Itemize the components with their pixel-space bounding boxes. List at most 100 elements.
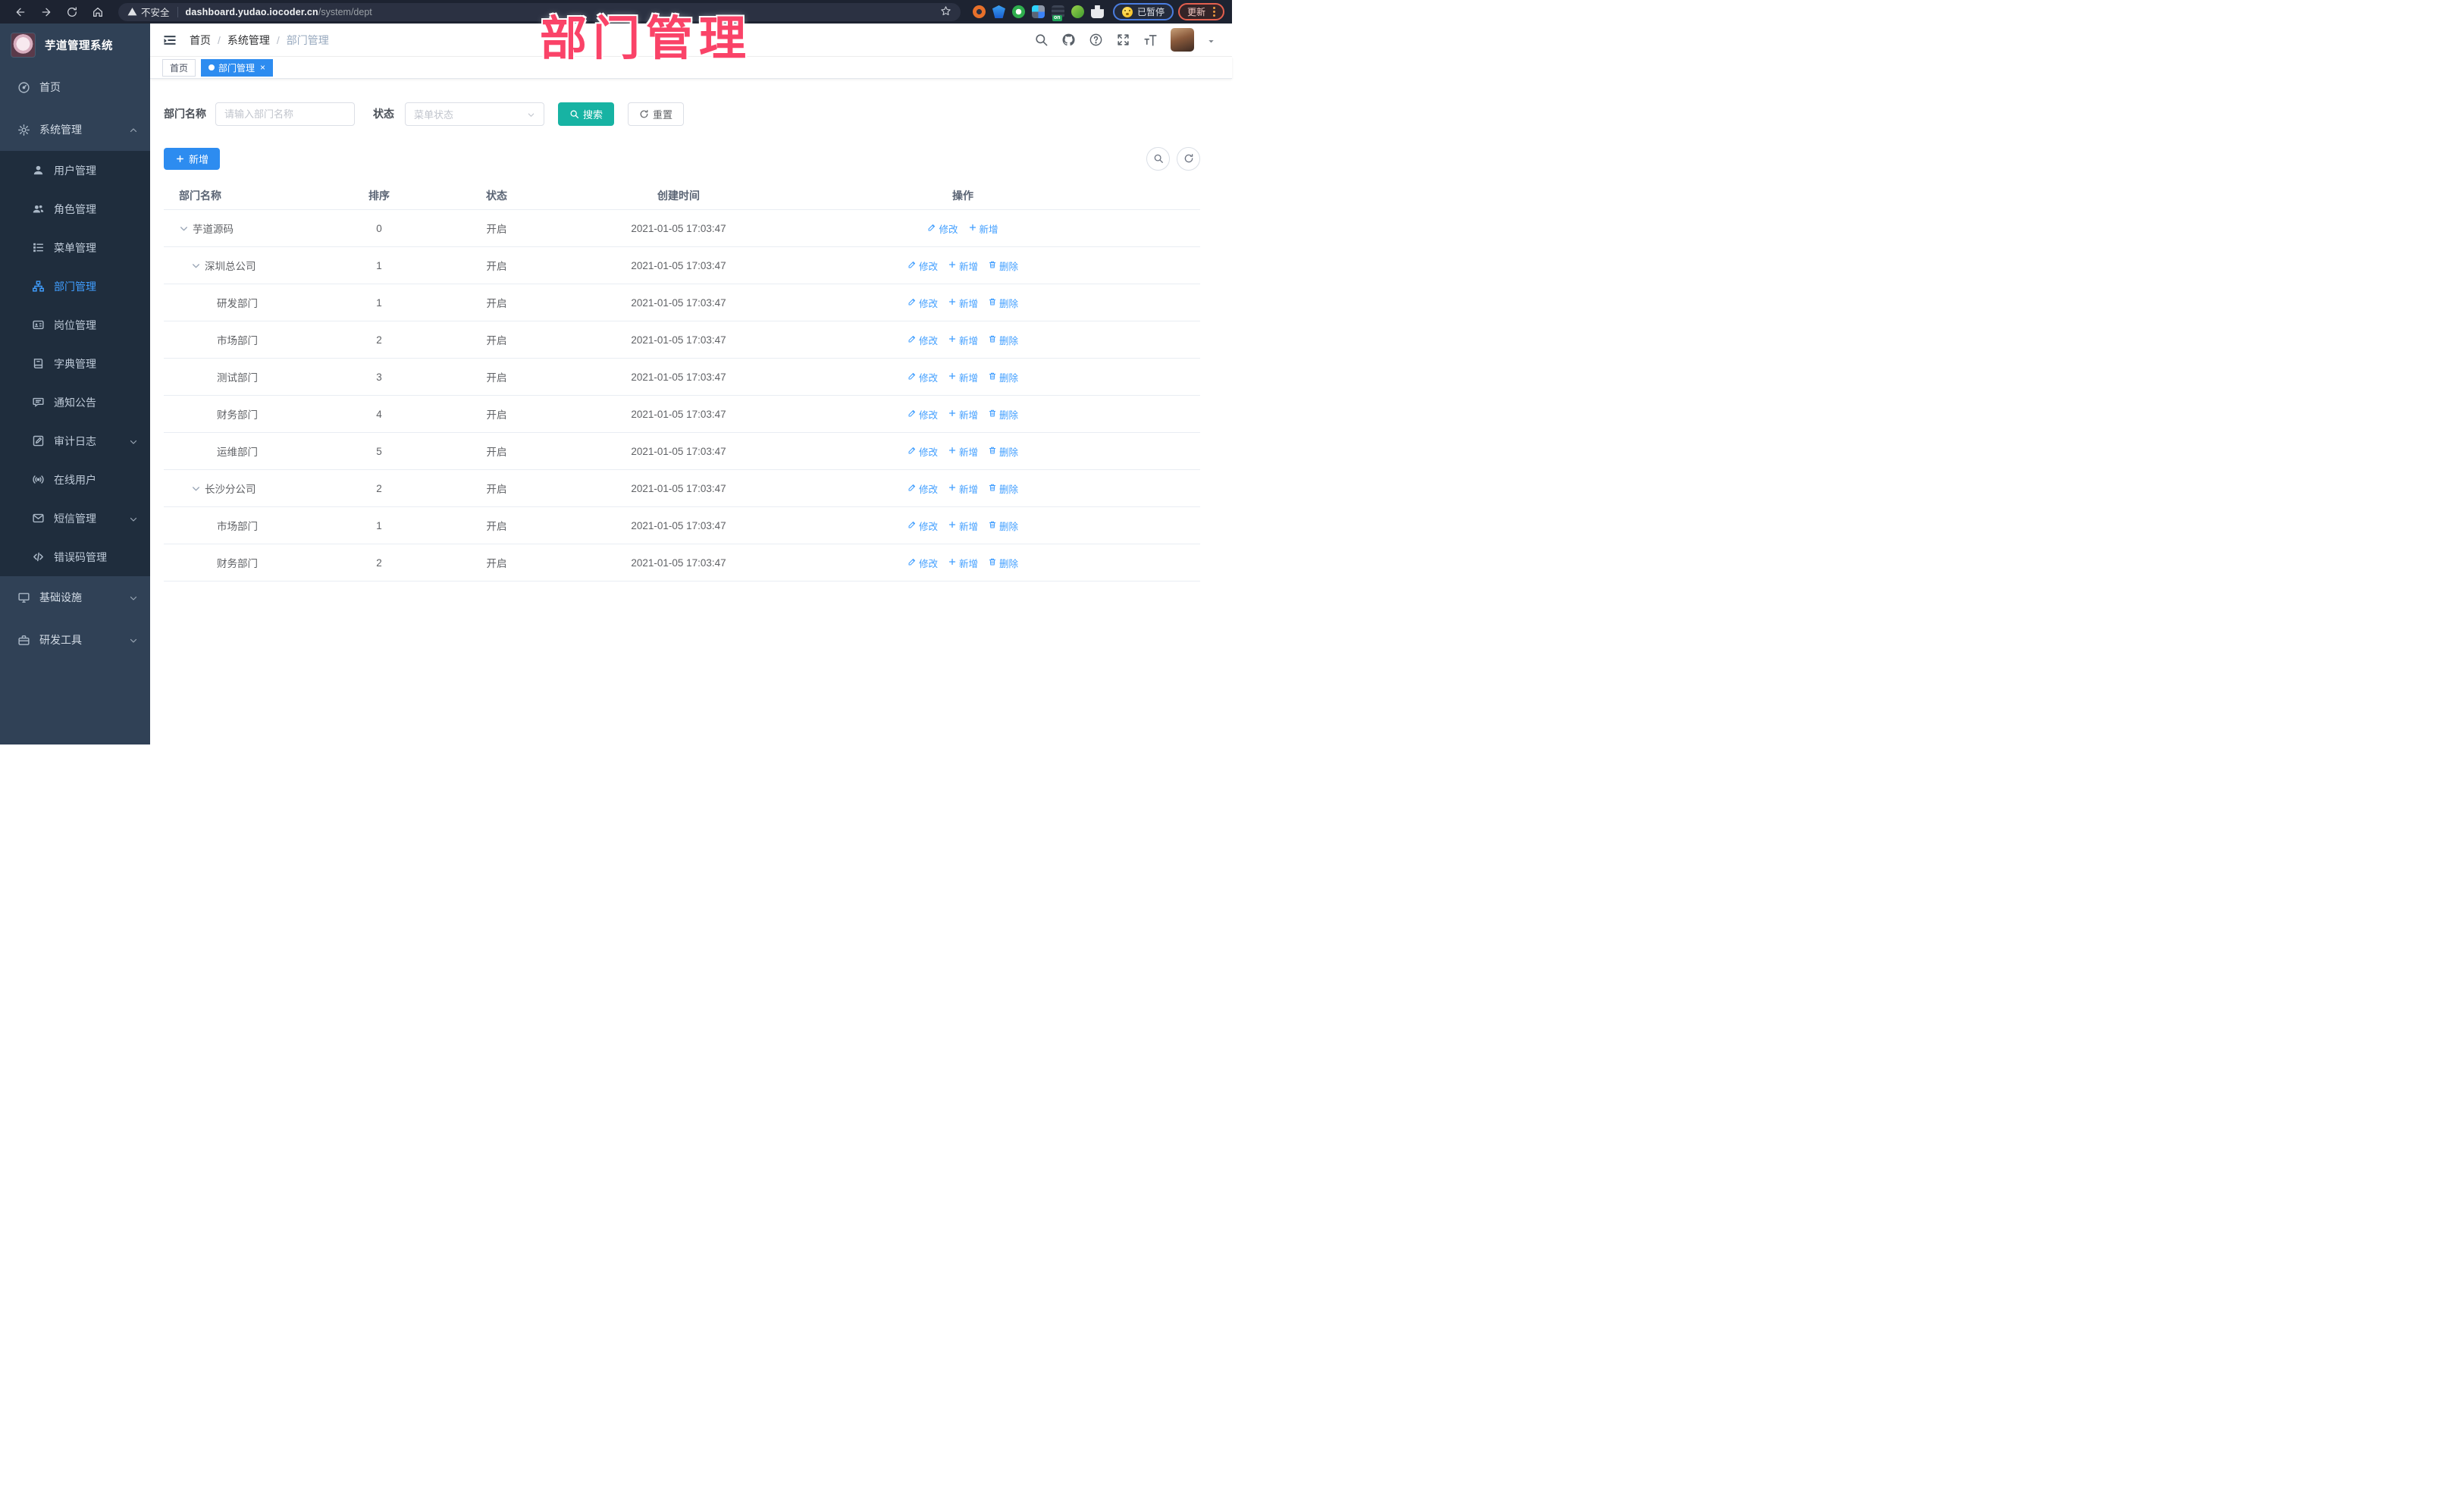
- add-link[interactable]: 新增: [948, 444, 978, 459]
- expand-caret-icon[interactable]: [191, 261, 201, 271]
- navbar-actions: [1034, 28, 1215, 52]
- delete-link[interactable]: 删除: [988, 519, 1018, 533]
- sidebar-subitem[interactable]: 在线用户: [0, 460, 150, 499]
- bookmark-star-icon[interactable]: [940, 5, 951, 19]
- breadcrumb-item[interactable]: 首页: [190, 33, 211, 48]
- edit-link[interactable]: 修改: [908, 556, 938, 570]
- sidebar-subitem[interactable]: 短信管理: [0, 499, 150, 538]
- user-avatar[interactable]: [1171, 28, 1194, 52]
- sidebar-subitem[interactable]: 部门管理: [0, 267, 150, 306]
- recorder-paused-chip[interactable]: 已暂停: [1112, 3, 1174, 20]
- font-size-icon[interactable]: [1143, 33, 1158, 47]
- edit-link-label: 修改: [918, 558, 938, 569]
- sidebar-item[interactable]: 系统管理: [0, 108, 150, 151]
- sidebar-item[interactable]: 研发工具: [0, 619, 150, 661]
- security-warning[interactable]: 不安全: [127, 5, 170, 19]
- actions-cell: 修改 新增 删除: [804, 407, 1122, 422]
- add-link[interactable]: 新增: [948, 370, 978, 384]
- edit-link[interactable]: 修改: [908, 296, 938, 310]
- browser-menu-icon[interactable]: [1213, 7, 1215, 17]
- edit-link[interactable]: 修改: [927, 221, 958, 236]
- delete-link[interactable]: 删除: [988, 370, 1018, 384]
- add-link[interactable]: 新增: [948, 296, 978, 310]
- sort-cell: 5: [376, 445, 382, 457]
- dept-name-input[interactable]: [215, 102, 355, 126]
- fullscreen-icon[interactable]: [1116, 33, 1130, 47]
- delete-link[interactable]: 删除: [988, 444, 1018, 459]
- grammar-extension-icon[interactable]: [1071, 5, 1084, 18]
- hamburger-icon[interactable]: [162, 33, 177, 48]
- browser-reload-icon[interactable]: [62, 2, 82, 22]
- browser-back-icon[interactable]: [11, 2, 30, 22]
- browser-forward-icon[interactable]: [36, 2, 56, 22]
- view-tag[interactable]: 首页: [162, 58, 196, 77]
- search-button[interactable]: 搜索: [558, 102, 615, 126]
- check-circle-extension-icon[interactable]: [1011, 5, 1025, 18]
- edit-link[interactable]: 修改: [908, 370, 938, 384]
- add-link[interactable]: 新增: [948, 519, 978, 533]
- avatar-caret-down-icon[interactable]: [1207, 36, 1215, 44]
- shield-extension-icon[interactable]: [992, 5, 1005, 18]
- delete-link[interactable]: 删除: [988, 481, 1018, 496]
- add-link[interactable]: 新增: [948, 333, 978, 347]
- delete-link[interactable]: 删除: [988, 333, 1018, 347]
- sidebar-subitem[interactable]: 岗位管理: [0, 306, 150, 344]
- delete-link[interactable]: 删除: [988, 296, 1018, 310]
- status-cell: 开启: [486, 521, 507, 532]
- vpn-extension-icon[interactable]: on: [1051, 5, 1064, 21]
- help-icon[interactable]: [1089, 33, 1103, 47]
- add-link[interactable]: 新增: [968, 221, 998, 236]
- close-icon[interactable]: ×: [260, 63, 265, 72]
- sidebar-subitem[interactable]: 用户管理: [0, 151, 150, 190]
- sidebar-subitem[interactable]: 字典管理: [0, 344, 150, 383]
- edit-link[interactable]: 修改: [908, 481, 938, 496]
- table-settings: [1146, 146, 1200, 171]
- breadcrumb-item[interactable]: 系统管理: [227, 33, 270, 48]
- plus-icon: [948, 334, 957, 346]
- toggle-search-button[interactable]: [1146, 146, 1170, 171]
- edit-link[interactable]: 修改: [908, 407, 938, 422]
- edit-link[interactable]: 修改: [908, 333, 938, 347]
- github-icon[interactable]: [1061, 33, 1076, 47]
- browser-home-icon[interactable]: [88, 2, 108, 22]
- code-icon: [32, 550, 45, 563]
- app-title: 芋道管理系统: [45, 39, 113, 52]
- delete-link[interactable]: 删除: [988, 259, 1018, 273]
- status-select[interactable]: 菜单状态: [405, 102, 544, 126]
- add-link[interactable]: 新增: [948, 407, 978, 422]
- add-button[interactable]: 新增: [164, 147, 221, 170]
- edit-link[interactable]: 修改: [908, 259, 938, 273]
- add-link[interactable]: 新增: [948, 259, 978, 273]
- address-bar[interactable]: 不安全 dashboard.yudao.iocoder.cn /system/d…: [118, 2, 961, 21]
- table-row: 市场部门 2 开启 2021-01-05 17:03:47 修改 新增 删除: [164, 321, 1200, 359]
- edit-link[interactable]: 修改: [908, 444, 938, 459]
- sidebar-subitem[interactable]: 菜单管理: [0, 228, 150, 267]
- sidebar-subitem[interactable]: 通知公告: [0, 383, 150, 422]
- app-logo[interactable]: 芋道管理系统: [0, 24, 150, 66]
- sidebar-subitem[interactable]: 角色管理: [0, 190, 150, 228]
- sidebar-item[interactable]: 基础设施: [0, 576, 150, 619]
- sidebar-subitem[interactable]: 审计日志: [0, 422, 150, 460]
- refresh-table-button[interactable]: [1177, 146, 1200, 171]
- view-tag-label: 首页: [170, 62, 189, 74]
- search-icon[interactable]: [1034, 33, 1049, 47]
- add-link[interactable]: 新增: [948, 556, 978, 570]
- delete-link[interactable]: 删除: [988, 407, 1018, 422]
- expand-caret-icon[interactable]: [179, 224, 189, 234]
- url-path: /system/dept: [318, 6, 372, 17]
- target-extension-icon[interactable]: [972, 5, 986, 18]
- expand-caret-icon[interactable]: [191, 484, 201, 494]
- dashboard-icon: [17, 81, 30, 94]
- add-link[interactable]: 新增: [948, 481, 978, 496]
- view-tag[interactable]: 部门管理 ×: [201, 58, 274, 77]
- edit-link[interactable]: 修改: [908, 519, 938, 533]
- reset-button[interactable]: 重置: [628, 102, 685, 126]
- delete-link[interactable]: 删除: [988, 556, 1018, 570]
- puzzle-extension-icon[interactable]: [1090, 5, 1104, 18]
- created-cell: 2021-01-05 17:03:47: [631, 371, 726, 383]
- sidebar-subitem[interactable]: 错误码管理: [0, 538, 150, 576]
- grid-extension-icon[interactable]: [1031, 5, 1045, 18]
- dept-name: 测试部门: [217, 372, 258, 384]
- sidebar-item[interactable]: 首页: [0, 66, 150, 108]
- chrome-update-button[interactable]: 更新: [1177, 3, 1224, 20]
